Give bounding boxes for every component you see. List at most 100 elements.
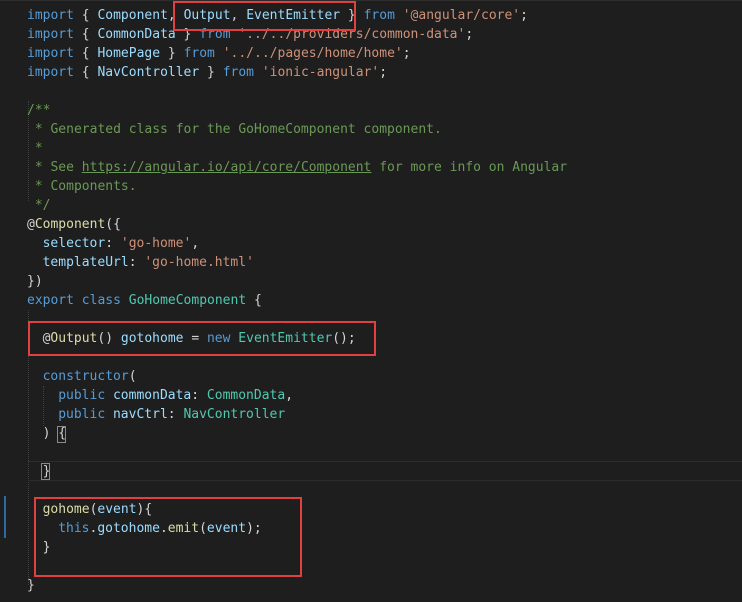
code-line[interactable]: public navCtrl: NavController — [0, 405, 742, 424]
code-line[interactable]: * — [0, 139, 742, 158]
code-line[interactable]: import { NavController } from 'ionic-ang… — [0, 63, 742, 82]
code-token: commonData — [112, 388, 192, 403]
code-token: from — [222, 65, 254, 80]
code-line[interactable]: */ — [0, 196, 742, 215]
code-line[interactable] — [0, 443, 742, 462]
code-line-content: @Component({ — [27, 215, 121, 234]
code-line-content: */ — [27, 196, 51, 215]
code-token: public — [58, 407, 106, 422]
code-token: templateUrl — [42, 255, 129, 270]
code-token: Component — [34, 217, 106, 232]
code-line[interactable]: import { CommonData } from '../../provid… — [0, 25, 742, 44]
code-editor[interactable]: import { Component, Output, EventEmitter… — [0, 0, 742, 602]
code-line[interactable]: } — [0, 462, 742, 481]
code-line[interactable]: constructor( — [0, 367, 742, 386]
code-token: import — [27, 27, 74, 42]
code-line[interactable]: * See https://angular.io/api/core/Compon… — [0, 158, 742, 177]
code-line[interactable]: import { HomePage } from '../../pages/ho… — [0, 44, 742, 63]
code-token: : — [105, 236, 121, 251]
code-line[interactable]: ) { — [0, 424, 742, 443]
code-token: } — [160, 46, 184, 61]
code-token: ; — [402, 46, 411, 61]
code-line[interactable]: templateUrl: 'go-home.html' — [0, 253, 742, 272]
code-token: } — [199, 65, 223, 80]
code-token: * — [27, 141, 43, 156]
code-token: { — [73, 8, 98, 23]
code-line-content: * — [27, 139, 43, 158]
code-line[interactable]: * Components. — [0, 177, 742, 196]
code-token: { — [73, 46, 98, 61]
code-token: NavController — [183, 407, 286, 422]
code-line-content: selector: 'go-home', — [27, 234, 200, 253]
bracket-match-highlight — [41, 463, 50, 480]
code-token: 'go-home.html' — [144, 255, 254, 270]
code-token: GoHomeComponent — [128, 293, 247, 308]
code-line[interactable]: import { Component, Output, EventEmitter… — [0, 6, 742, 25]
annotation-box-output-decorator — [28, 321, 376, 356]
code-token: ; — [520, 8, 528, 23]
code-token: from — [363, 8, 395, 23]
code-token: CommonData — [206, 388, 286, 403]
code-token: { — [246, 293, 262, 308]
code-token: ; — [379, 65, 388, 80]
code-line[interactable]: @Component({ — [0, 215, 742, 234]
code-line-content: * Components. — [27, 177, 137, 196]
code-token: class — [81, 293, 121, 308]
code-line[interactable]: /** — [0, 101, 742, 120]
code-line[interactable]: export class GoHomeComponent { — [0, 291, 742, 310]
code-line[interactable]: } — [0, 576, 742, 595]
code-token: '@angular/core' — [402, 8, 521, 23]
code-token: { — [73, 27, 98, 42]
code-token: from — [183, 46, 215, 61]
code-line-content: }) — [27, 272, 43, 291]
code-line-content: templateUrl: 'go-home.html' — [27, 253, 254, 272]
code-token: , — [285, 388, 294, 403]
code-token: NavController — [97, 65, 200, 80]
code-line[interactable]: selector: 'go-home', — [0, 234, 742, 253]
code-token: selector — [42, 236, 106, 251]
code-token: */ — [27, 198, 51, 213]
code-line-content: import { HomePage } from '../../pages/ho… — [27, 44, 411, 63]
code-line[interactable] — [0, 82, 742, 101]
code-token: * Generated class for the GoHomeComponen… — [27, 122, 442, 137]
code-token: * See — [27, 160, 82, 175]
code-token: HomePage — [97, 46, 161, 61]
code-line[interactable]: * Generated class for the GoHomeComponen… — [0, 120, 742, 139]
code-line-content: constructor( — [27, 367, 137, 386]
code-token: ( — [128, 369, 137, 384]
code-token: : — [167, 407, 184, 422]
annotation-box-output-import — [173, 1, 356, 31]
code-token: { — [73, 65, 98, 80]
code-token: for more info on Angular — [371, 160, 568, 175]
code-token: export — [27, 293, 74, 308]
code-line[interactable]: public commonData: CommonData, — [0, 386, 742, 405]
code-token: * Components. — [27, 179, 137, 194]
code-token: : — [128, 255, 145, 270]
code-line-content: } — [27, 576, 35, 595]
code-token: ; — [465, 27, 474, 42]
code-token: /** — [27, 103, 51, 118]
code-token: import — [27, 8, 74, 23]
code-token: ({ — [105, 217, 121, 232]
code-token: , — [191, 236, 200, 251]
code-token: @ — [27, 217, 35, 232]
code-token: navCtrl — [112, 407, 168, 422]
code-token: : — [191, 388, 207, 403]
code-token: import — [27, 46, 74, 61]
code-token: public — [58, 388, 106, 403]
annotation-box-gohome-method — [34, 497, 302, 577]
code-token: CommonData — [97, 27, 176, 42]
code-token: import — [27, 65, 74, 80]
code-line-content: public navCtrl: NavController — [27, 405, 285, 424]
code-token: https://angular.io/api/core/Component — [81, 160, 372, 175]
code-line-content: import { NavController } from 'ionic-ang… — [27, 63, 387, 82]
code-line-content: * See https://angular.io/api/core/Compon… — [27, 158, 567, 177]
code-line[interactable]: }) — [0, 272, 742, 291]
code-line-content: export class GoHomeComponent { — [27, 291, 262, 310]
